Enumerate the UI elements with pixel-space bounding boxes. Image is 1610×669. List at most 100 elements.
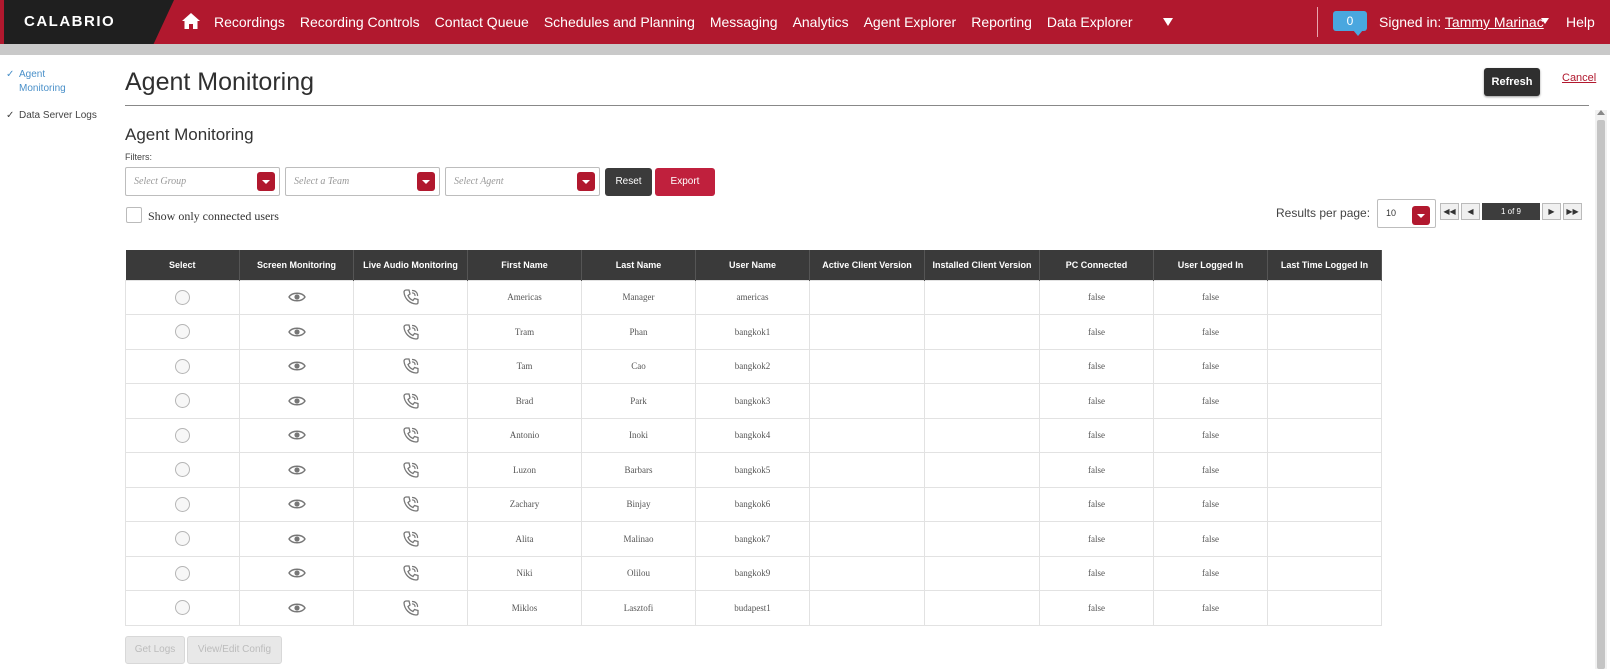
- column-header[interactable]: Last Name: [581, 250, 696, 280]
- last-page-icon[interactable]: ▶▶: [1563, 203, 1582, 220]
- chevron-down-icon[interactable]: [257, 172, 275, 191]
- row-select-radio[interactable]: [175, 393, 190, 409]
- user-name-cell: bangkok9: [695, 555, 810, 591]
- column-header[interactable]: Select: [125, 250, 240, 280]
- eye-icon[interactable]: [287, 360, 306, 371]
- nav-recordings[interactable]: Recordings: [214, 14, 285, 30]
- phone-icon[interactable]: [402, 462, 420, 478]
- phone-icon[interactable]: [402, 531, 420, 547]
- column-header[interactable]: Installed Client Version: [924, 250, 1040, 280]
- eye-icon[interactable]: [287, 326, 306, 337]
- phone-icon[interactable]: [402, 565, 420, 581]
- nav-messaging[interactable]: Messaging: [710, 14, 778, 30]
- row-select-radio[interactable]: [175, 531, 190, 547]
- eye-icon[interactable]: [287, 533, 306, 544]
- first-page-icon[interactable]: ◀◀: [1440, 203, 1459, 220]
- row-select-radio[interactable]: [175, 358, 190, 374]
- pc-connected-cell: false: [1039, 486, 1154, 522]
- row-select-radio[interactable]: [175, 324, 190, 340]
- column-header[interactable]: PC Connected: [1039, 250, 1154, 280]
- row-select-radio[interactable]: [175, 289, 190, 305]
- eye-icon[interactable]: [287, 291, 306, 302]
- chevron-down-icon[interactable]: [417, 172, 435, 191]
- column-header[interactable]: Active Client Version: [809, 250, 925, 280]
- chevron-down-icon[interactable]: [1412, 206, 1430, 225]
- table-row[interactable]: Miklos Lasztofi budapest1 false false: [125, 590, 1382, 626]
- table-row[interactable]: Alita Malinao bangkok7 false false: [125, 521, 1382, 557]
- help-link[interactable]: Help: [1566, 14, 1595, 30]
- nav-recording-controls[interactable]: Recording Controls: [300, 14, 420, 30]
- icon-cell: [125, 555, 240, 591]
- installed-client-version-cell: [924, 348, 1040, 384]
- eye-icon[interactable]: [287, 395, 306, 406]
- row-select-radio[interactable]: [175, 496, 190, 512]
- phone-icon[interactable]: [402, 289, 420, 305]
- eye-icon[interactable]: [287, 464, 306, 475]
- column-header[interactable]: User Logged In: [1153, 250, 1268, 280]
- table-row[interactable]: Luzon Barbars bangkok5 false false: [125, 452, 1382, 488]
- notification-badge[interactable]: 0: [1333, 11, 1367, 36]
- scroll-up-icon[interactable]: [1597, 110, 1605, 115]
- column-header[interactable]: First Name: [467, 250, 582, 280]
- table-row[interactable]: Brad Park bangkok3 false false: [125, 383, 1382, 419]
- user-logged-in-cell: false: [1153, 452, 1268, 488]
- phone-icon[interactable]: [402, 496, 420, 512]
- cancel-link[interactable]: Cancel: [1562, 72, 1596, 84]
- row-select-radio[interactable]: [175, 600, 190, 616]
- pagination: ◀◀ ◀ 1 of 9 ▶ ▶▶: [1440, 203, 1584, 220]
- connected-only-checkbox[interactable]: [126, 207, 142, 223]
- eye-icon[interactable]: [287, 567, 306, 578]
- phone-icon[interactable]: [402, 358, 420, 374]
- home-icon[interactable]: [181, 11, 201, 31]
- table-row[interactable]: Zachary Binjay bangkok6 false false: [125, 486, 1382, 522]
- signed-in-user-link[interactable]: Tammy Marinac: [1445, 14, 1544, 30]
- column-header[interactable]: User Name: [695, 250, 810, 280]
- icon-cell: [353, 383, 468, 419]
- nav-agent-explorer[interactable]: Agent Explorer: [864, 14, 957, 30]
- nav-data-explorer[interactable]: Data Explorer: [1047, 14, 1133, 30]
- user-menu-caret-icon[interactable]: [1541, 18, 1549, 24]
- view-edit-config-button[interactable]: View/Edit Config: [187, 636, 282, 664]
- nav-more-caret-icon[interactable]: [1160, 14, 1176, 30]
- nav-analytics[interactable]: Analytics: [793, 14, 849, 30]
- chevron-down-icon[interactable]: [577, 172, 595, 191]
- row-select-radio[interactable]: [175, 427, 190, 443]
- nav-contact-queue[interactable]: Contact Queue: [435, 14, 529, 30]
- eye-icon[interactable]: [287, 429, 306, 440]
- table-row[interactable]: Tam Cao bangkok2 false false: [125, 348, 1382, 384]
- row-select-radio[interactable]: [175, 565, 190, 581]
- reset-button[interactable]: Reset: [605, 168, 652, 196]
- prev-page-icon[interactable]: ◀: [1461, 203, 1480, 220]
- next-page-icon[interactable]: ▶: [1542, 203, 1561, 220]
- column-header[interactable]: Live Audio Monitoring: [353, 250, 468, 280]
- table-row[interactable]: Antonio Inoki bangkok4 false false: [125, 417, 1382, 453]
- get-logs-button[interactable]: Get Logs: [125, 636, 185, 664]
- results-per-page-select[interactable]: 10: [1377, 199, 1436, 228]
- phone-icon[interactable]: [402, 427, 420, 443]
- refresh-button[interactable]: Refresh: [1484, 68, 1540, 96]
- eye-icon[interactable]: [287, 498, 306, 509]
- phone-icon[interactable]: [402, 600, 420, 616]
- scrollbar-thumb[interactable]: [1597, 120, 1605, 669]
- table-row[interactable]: Americas Manager americas false false: [125, 279, 1382, 315]
- row-select-radio[interactable]: [175, 462, 190, 478]
- icon-cell: [239, 348, 354, 384]
- column-header[interactable]: Last Time Logged In: [1267, 250, 1382, 280]
- agent-monitoring-table: Select Screen Monitoring Live Audio Monito…: [125, 250, 1382, 626]
- table-row[interactable]: Niki Olilou bangkok9 false false: [125, 555, 1382, 591]
- export-button[interactable]: Export: [655, 168, 715, 196]
- installed-client-version-cell: [924, 521, 1040, 557]
- column-header[interactable]: Screen Monitoring: [239, 250, 354, 280]
- nav-reporting[interactable]: Reporting: [971, 14, 1032, 30]
- phone-icon[interactable]: [402, 324, 420, 340]
- brand-logo[interactable]: CALABRIO: [4, 0, 174, 44]
- agent-select[interactable]: Select Agent: [445, 167, 600, 196]
- team-select[interactable]: Select a Team: [285, 167, 440, 196]
- phone-icon[interactable]: [402, 393, 420, 409]
- icon-cell: [353, 452, 468, 488]
- table-row[interactable]: Tram Phan bangkok1 false false: [125, 314, 1382, 350]
- group-select[interactable]: Select Group: [125, 167, 280, 196]
- eye-icon[interactable]: [287, 602, 306, 613]
- nav-schedules-and-planning[interactable]: Schedules and Planning: [544, 14, 695, 30]
- icon-cell: [125, 521, 240, 557]
